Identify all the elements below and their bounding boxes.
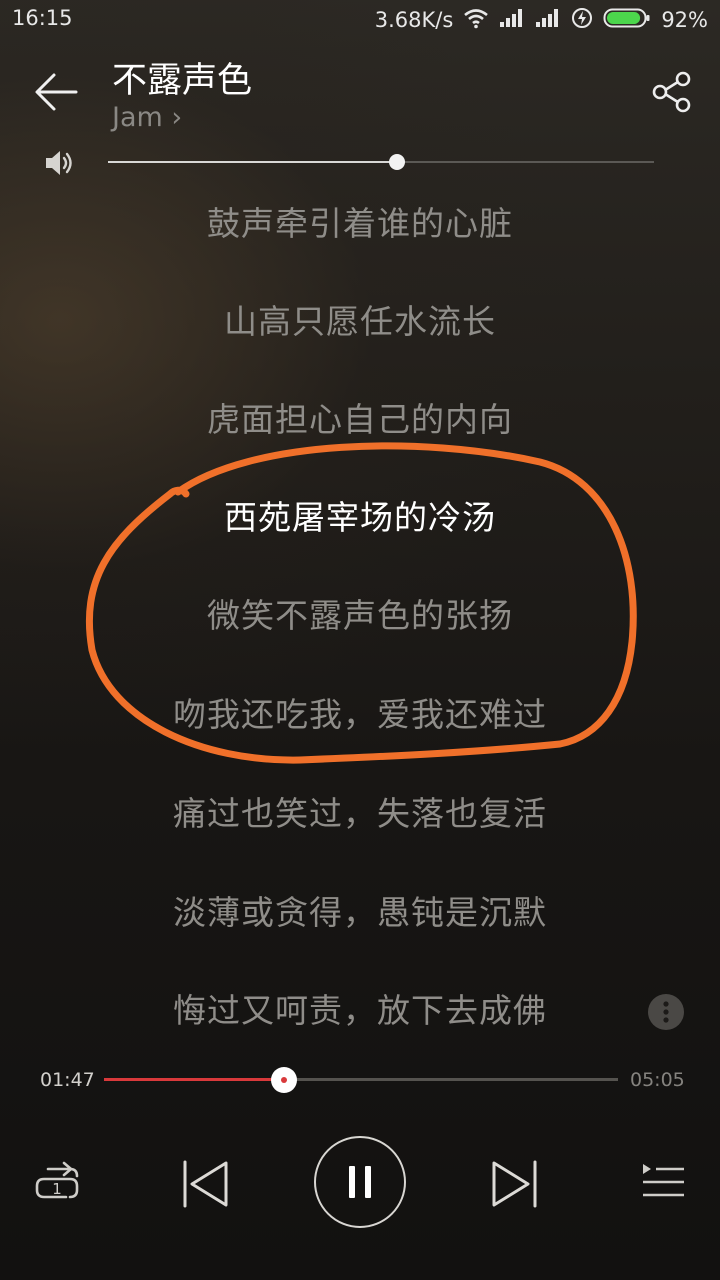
repeat-one-icon: 1	[35, 1161, 79, 1199]
seek-thumb[interactable]	[270, 1067, 297, 1093]
status-time: 16:15	[12, 6, 73, 30]
more-options-button[interactable]	[648, 994, 684, 1030]
status-indicators: 3.68K/s 92%	[375, 6, 708, 34]
playlist-button[interactable]	[640, 1162, 686, 1202]
signal-icon	[535, 8, 561, 33]
artist-link[interactable]: Jam ›	[112, 102, 182, 133]
lyric-line: 淡薄或贪得，愚钝是沉默	[173, 893, 547, 932]
repeat-badge: 1	[52, 1180, 62, 1198]
battery-percent: 92%	[661, 8, 708, 32]
pause-button[interactable]	[314, 1136, 406, 1228]
network-speed: 3.68K/s	[374, 8, 454, 32]
artist-name: Jam	[112, 102, 163, 133]
lyric-line: 吻我还吃我，爱我还难过	[173, 695, 547, 734]
arrow-left-icon	[35, 73, 78, 111]
lyric-line: 虎面担心自己的内向	[207, 400, 513, 439]
previous-button[interactable]	[178, 1156, 234, 1212]
wifi-icon	[463, 7, 489, 34]
time-total: 05:05	[630, 1069, 685, 1091]
current-lyric-line: 西苑屠宰场的冷汤	[224, 498, 496, 537]
lyrics-panel[interactable]: 鼓声牵引着谁的心脏 山高只愿任水流长 虎面担心自己的内向 西苑屠宰场的冷汤 微笑…	[0, 172, 720, 1040]
more-vertical-icon	[663, 1001, 669, 1023]
share-button[interactable]	[648, 68, 696, 116]
song-title: 不露声色	[112, 61, 253, 101]
back-button[interactable]	[30, 64, 86, 120]
lyric-line: 微笑不露声色的张扬	[207, 596, 513, 635]
seek-bar[interactable]	[104, 1066, 618, 1094]
pause-icon	[349, 1166, 371, 1198]
signal-icon	[499, 8, 525, 33]
lyric-line: 痛过也笑过，失落也复活	[173, 794, 547, 833]
repeat-one-button[interactable]: 1	[32, 1160, 82, 1206]
seek-fill	[104, 1078, 284, 1081]
lyric-line: 鼓声牵引着谁的心脏	[207, 204, 513, 243]
previous-icon	[183, 1160, 228, 1208]
seek-thumb-dot	[280, 1077, 287, 1083]
volume-thumb[interactable]	[389, 154, 406, 170]
time-elapsed: 01:47	[40, 1069, 95, 1091]
next-button[interactable]	[486, 1156, 542, 1212]
playlist-icon	[643, 1164, 684, 1197]
charging-icon	[571, 7, 593, 34]
chevron-right-icon: ›	[171, 102, 183, 133]
battery-icon	[603, 7, 651, 34]
volume-slider[interactable]	[108, 150, 654, 174]
share-icon	[652, 71, 691, 113]
next-icon	[492, 1160, 537, 1208]
lyric-line: 山高只愿任水流长	[224, 302, 496, 341]
status-bar: 16:15 3.68K/s 92%	[0, 0, 720, 40]
volume-fill	[108, 161, 398, 163]
lyric-line: 悔过又呵责，放下去成佛	[173, 991, 547, 1030]
